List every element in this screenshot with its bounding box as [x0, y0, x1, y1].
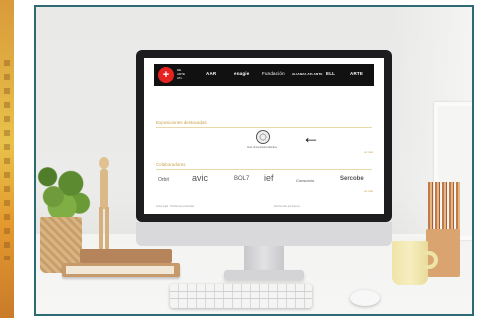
monitor-chin [136, 222, 392, 246]
site-header: + DE ARTE ATL AAR enagie Fundación ALIAN… [154, 64, 374, 86]
plant-leaves [36, 157, 94, 223]
divider [156, 169, 372, 170]
university-seal-icon[interactable] [256, 130, 270, 144]
partner-logo[interactable]: enagie [234, 71, 249, 76]
desk-photo: + DE ARTE ATL AAR enagie Fundación ALIAN… [34, 5, 474, 316]
site-logo-text: DE ARTE ATL [177, 68, 185, 80]
site-logo-icon[interactable]: + [158, 67, 174, 83]
mannequin-leg [99, 207, 103, 251]
previous-slide-edge [0, 0, 14, 318]
partner-logo[interactable]: ARTE [350, 71, 363, 76]
mouse [350, 290, 380, 306]
arrow-left-icon: ← [302, 127, 320, 147]
collaborator-logo[interactable]: Consorcio [296, 178, 314, 183]
pencils [428, 182, 460, 232]
book-pages [66, 266, 174, 274]
mannequin-body [100, 169, 108, 209]
coffee-mug [392, 241, 428, 285]
monitor-screen: + DE ARTE ATL AAR enagie Fundación ALIAN… [144, 58, 384, 214]
divider [156, 127, 372, 128]
book-top [80, 249, 172, 263]
see-more-link[interactable]: ver más [364, 151, 373, 154]
collaborator-logo[interactable]: BOL7 [234, 176, 249, 182]
monitor-base [224, 270, 304, 280]
collaborator-logo[interactable]: Orbit [158, 177, 169, 183]
monitor-stand [244, 246, 284, 272]
collaborator-logo[interactable]: Sercobe [340, 176, 364, 182]
collaborator-logo[interactable]: ief [264, 173, 274, 183]
partner-logo[interactable]: AAR [206, 71, 216, 76]
mannequin-leg [105, 207, 109, 251]
see-more-link[interactable]: ver más [364, 190, 373, 193]
section-title-exhibitions: Exposiciones destacadas [156, 120, 207, 125]
keyboard [170, 284, 312, 308]
collaborator-logo[interactable]: avic [192, 173, 208, 183]
section-title-collaborators: Colaboradores [156, 162, 186, 167]
partner-logo[interactable]: ELL [326, 71, 335, 76]
wooden-mannequin [94, 157, 114, 257]
mannequin-head [99, 157, 109, 169]
footer-legal-link[interactable]: Aviso legal - Política de privacidad [156, 205, 194, 208]
seal-caption: Aula Universitaria Atlantica [247, 146, 277, 149]
partner-logo[interactable]: ALIANZA ATLANTE [292, 72, 323, 76]
partner-logo[interactable]: Fundación [262, 71, 285, 76]
slide-gap [14, 0, 34, 318]
monitor: + DE ARTE ATL AAR enagie Fundación ALIAN… [136, 50, 392, 222]
footer-credit: Diseño web por Ateneo [274, 205, 300, 208]
